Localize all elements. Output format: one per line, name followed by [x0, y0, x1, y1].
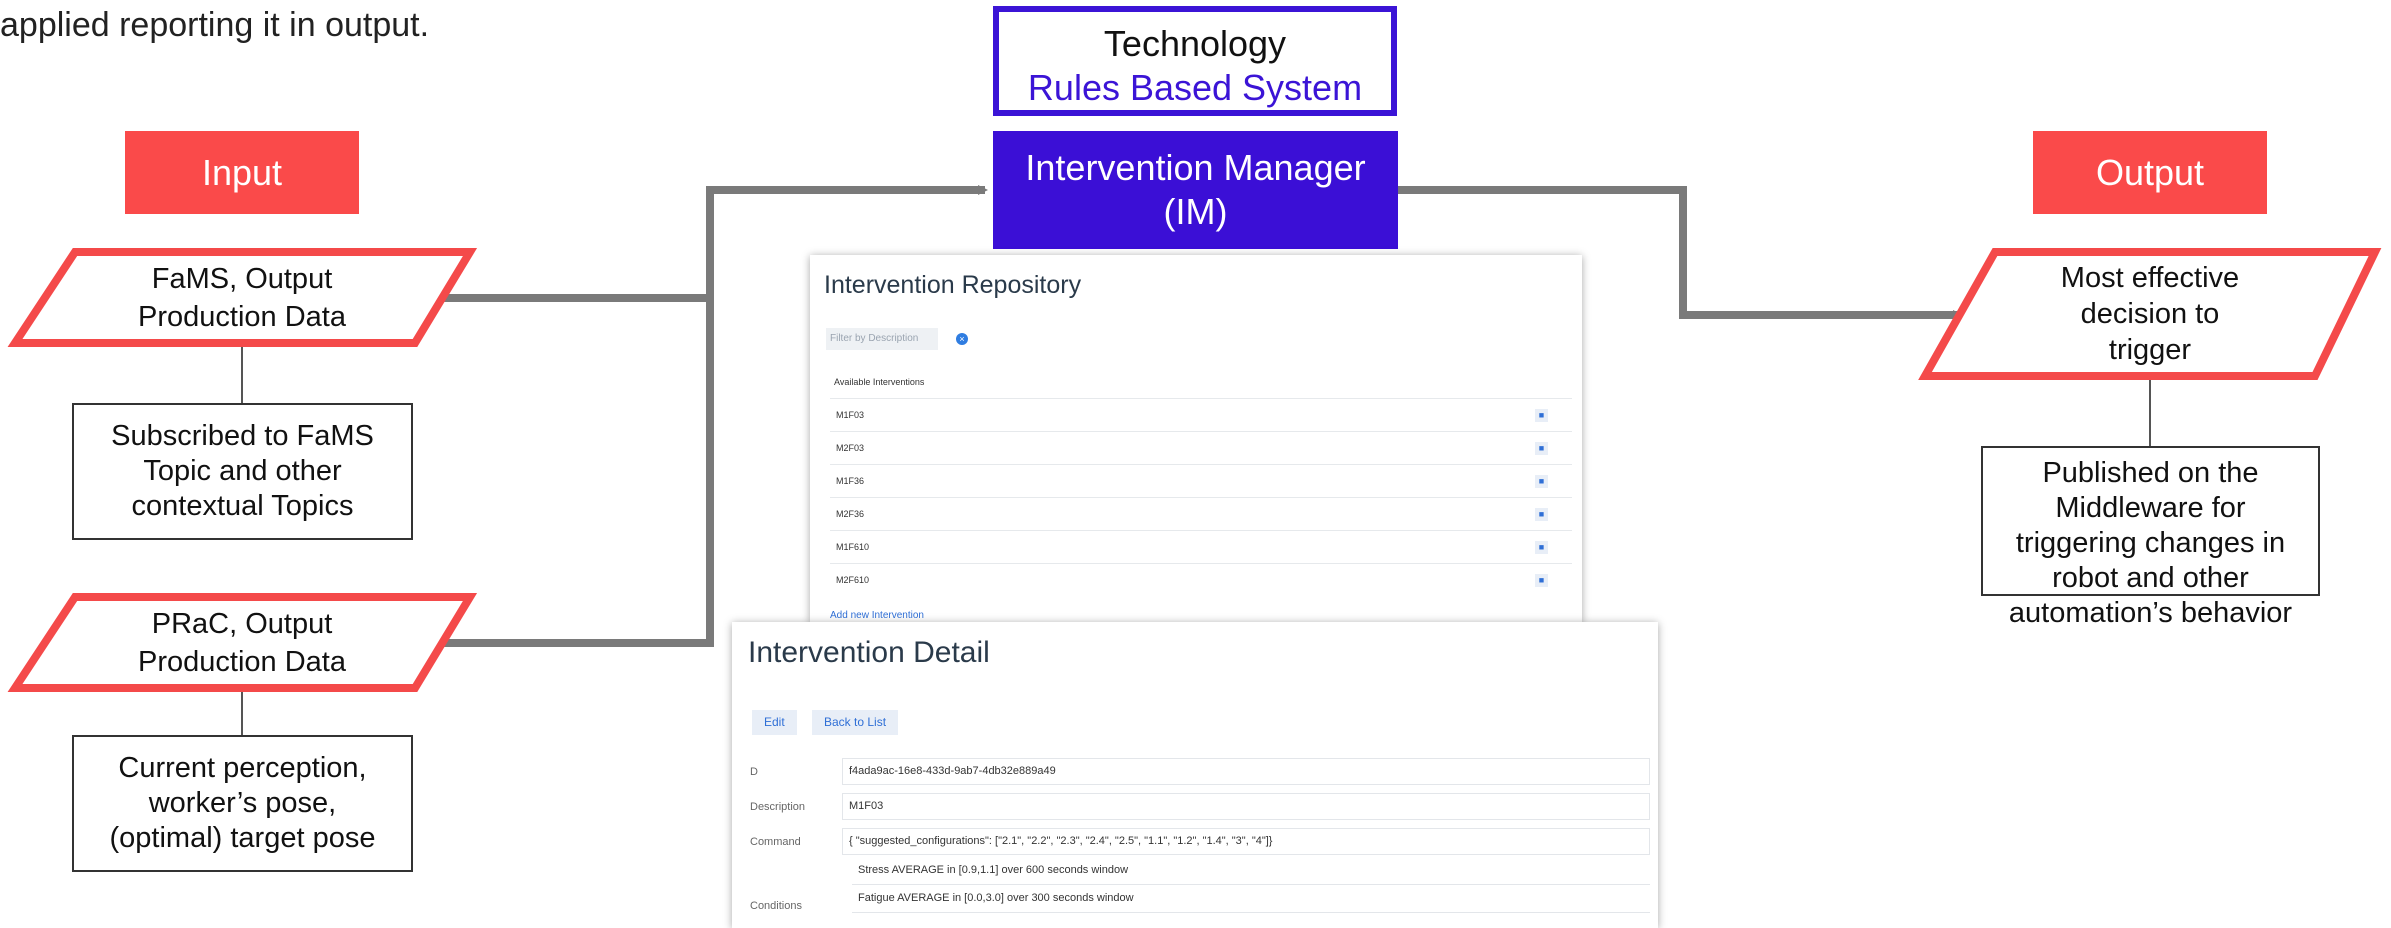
trash-icon[interactable]: ■ [1535, 475, 1548, 488]
intervention-row[interactable]: M2F36 ■ [830, 497, 1572, 529]
trash-icon[interactable]: ■ [1535, 574, 1548, 587]
intervention-repository-panel: Intervention Repository Filter by Descri… [810, 255, 1582, 623]
description-field: M1F03 [842, 793, 1650, 820]
prac-box-line: worker’s pose, [148, 787, 337, 819]
fams-shape-line: FaMS, Output [151, 263, 333, 295]
repository-title: Intervention Repository [824, 271, 1082, 299]
intervention-row[interactable]: M2F03 ■ [830, 431, 1572, 463]
trash-icon[interactable]: ■ [1535, 541, 1548, 554]
id-field: f4ada9ac-16e8-433d-9ab7-4db32e889a49 [842, 758, 1650, 785]
output-shape-line: trigger [2108, 334, 2192, 366]
trash-icon[interactable]: ■ [1535, 442, 1548, 455]
intervention-name: M2F36 [836, 509, 865, 519]
intervention-row[interactable]: M1F03 ■ [830, 398, 1572, 430]
condition-row: Fatigue AVERAGE in [0.0,3.0] over 300 se… [852, 886, 1650, 913]
output-box-line: Published on the [2042, 457, 2259, 489]
add-new-intervention-link[interactable]: Add new Intervention [830, 610, 924, 621]
output-box-line: triggering changes in [2015, 527, 2286, 559]
prac-box-line: Current perception, [118, 752, 367, 784]
fams-shape-line: Production Data [138, 301, 346, 333]
output-box-line: robot and other [2052, 562, 2249, 594]
prac-box-line: (optimal) target pose [109, 822, 376, 854]
im-line: Intervention Manager [1025, 147, 1366, 188]
intro-text: applied reporting it in output. [0, 6, 430, 44]
fams-description-box: Subscribed to FaMS Topic and other conte… [72, 403, 413, 540]
condition-row: Stress AVERAGE in [0.9,1.1] over 600 sec… [852, 858, 1650, 885]
available-interventions-label: Available Interventions [834, 377, 925, 387]
output-box-line: Middleware for [2055, 492, 2246, 524]
intervention-row[interactable]: M1F610 ■ [830, 530, 1572, 562]
edit-button[interactable]: Edit [752, 710, 797, 735]
command-label: Command [750, 836, 801, 848]
output-shape-line: Most effective [2060, 262, 2240, 294]
intervention-name: M1F36 [836, 476, 865, 486]
intervention-detail-panel: Intervention Detail Edit Back to List D … [732, 622, 1658, 928]
clear-icon[interactable]: × [956, 333, 968, 345]
intervention-manager-box: Intervention Manager (IM) [993, 131, 1398, 249]
output-shape-line: decision to [2080, 298, 2220, 330]
intervention-row[interactable]: M1F36 ■ [830, 464, 1572, 496]
description-label: Description [750, 801, 806, 813]
prac-description-box: Current perception, worker’s pose, (opti… [72, 735, 413, 872]
intervention-row[interactable]: M2F610 ■ [830, 563, 1572, 595]
prac-shape-line: Production Data [138, 646, 346, 678]
input-label: Input [125, 131, 359, 214]
back-to-list-button[interactable]: Back to List [812, 710, 899, 735]
id-label: D [750, 766, 758, 778]
fams-box-line: Subscribed to FaMS [111, 420, 374, 452]
filter-input[interactable]: Filter by Description [826, 328, 938, 350]
trash-icon[interactable]: ■ [1535, 409, 1548, 422]
conditions-label: Conditions [750, 900, 802, 912]
intervention-name: M2F03 [836, 443, 865, 453]
fams-box-line: Topic and other [143, 455, 342, 487]
detail-title: Intervention Detail [748, 636, 990, 669]
command-field: { "suggested_configurations": ["2.1", "2… [842, 828, 1650, 855]
technology-subtitle: Rules Based System [1027, 67, 1363, 108]
fams-box-line: contextual Topics [131, 490, 354, 522]
intervention-name: M2F610 [836, 575, 870, 585]
fams-shape-text: FaMS, Output Production Data [80, 260, 404, 336]
prac-connector [430, 298, 714, 647]
prac-shape-text: PRaC, Output Production Data [80, 605, 404, 681]
trash-icon[interactable]: ■ [1535, 508, 1548, 521]
im-line: (IM) [1163, 191, 1228, 232]
intervention-name: M1F610 [836, 542, 870, 552]
output-description-box: Published on the Middleware for triggeri… [1981, 446, 2320, 629]
prac-shape-line: PRaC, Output [151, 608, 333, 640]
output-shape-text: Most effective decision to trigger [1990, 260, 2310, 368]
technology-title: Technology [1103, 23, 1287, 64]
output-box-line: automation’s behavior [2008, 597, 2293, 629]
technology-box: Technology Rules Based System [993, 6, 1397, 116]
intervention-name: M1F03 [836, 410, 865, 420]
output-label: Output [2033, 131, 2267, 214]
